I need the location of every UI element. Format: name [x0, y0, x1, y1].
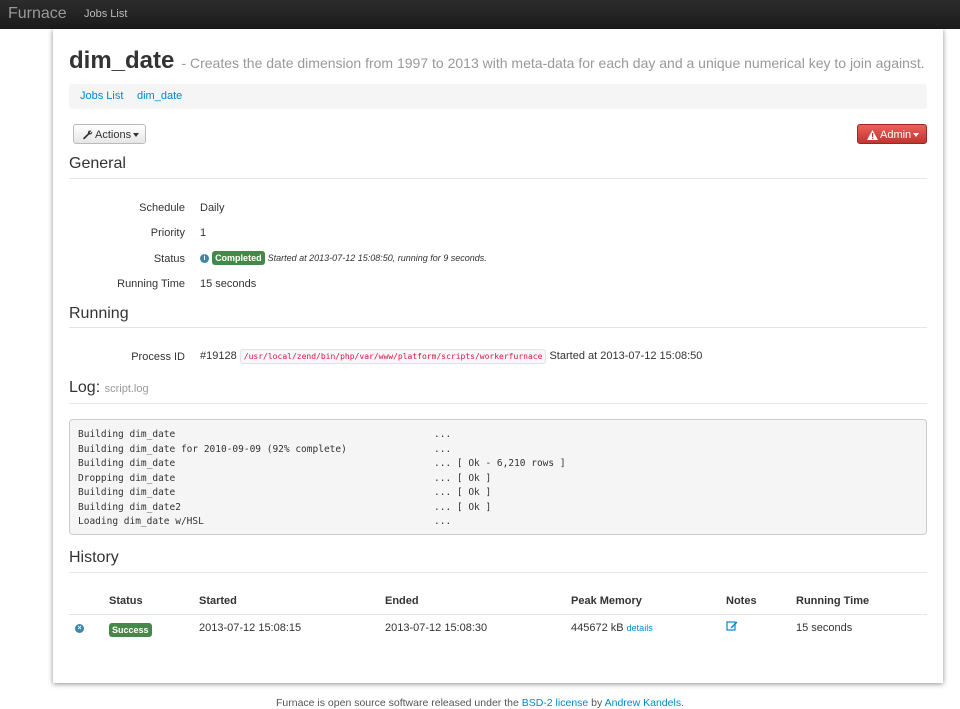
actions-button[interactable]: Actions [73, 124, 146, 144]
status-badge: Completed [212, 251, 265, 265]
divider [69, 178, 927, 179]
divider [69, 403, 927, 404]
process-path: /usr/local/zend/bin/php/var/www/platform… [239, 349, 547, 364]
section-history-title: History [69, 549, 119, 566]
peak-memory-cell: 445672 kB details [571, 622, 653, 634]
schedule-label: Schedule [139, 202, 185, 214]
brand-logo[interactable]: Furnace [8, 5, 67, 23]
log-filename: script.log [104, 383, 149, 395]
process-id-label: Process ID [131, 351, 185, 363]
peak-memory-value: 445672 kB [571, 622, 624, 634]
column-header-ended: Ended [385, 595, 419, 607]
breadcrumb: Jobs List / dim_date [69, 84, 927, 109]
top-navbar: Furnace Jobs List [0, 0, 960, 29]
breadcrumb-dim-date[interactable]: dim_date [137, 90, 182, 102]
breadcrumb-separator: / [116, 90, 120, 102]
status-note: Started at 2013-07-12 15:08:50, running … [267, 253, 487, 263]
column-header-peak-memory: Peak Memory [571, 595, 642, 607]
status-label: Status [153, 253, 185, 265]
process-id: #19128 [200, 350, 237, 362]
log-line: Building dim_date... [78, 429, 452, 440]
admin-button[interactable]: Admin [857, 124, 927, 144]
column-header-started: Started [199, 595, 237, 607]
info-icon[interactable]: i [200, 253, 209, 263]
priority-label: Priority [150, 227, 185, 239]
column-header-status: Status [109, 595, 143, 607]
column-header-notes: Notes [726, 595, 757, 607]
details-link[interactable]: details [627, 623, 653, 633]
schedule-value: Daily [200, 202, 225, 214]
log-line: Building dim_date2... [ Ok ] [78, 501, 492, 513]
nav-jobs-list[interactable]: Jobs List [84, 8, 127, 20]
footer: Furnace is open source software released… [0, 697, 960, 709]
log-output: Building dim_date... Building dim_date fo… [69, 419, 927, 535]
priority-value: 1 [200, 227, 207, 239]
log-line: Building dim_date... [ Ok ] [78, 487, 492, 498]
divider [69, 327, 927, 328]
ended-cell: 2013-07-12 15:08:30 [385, 622, 488, 634]
section-general-title: General [69, 155, 126, 172]
status-badge: Success [109, 623, 152, 637]
running-time-value: 15 seconds [200, 278, 257, 290]
caret-down-icon [133, 133, 140, 138]
warning-icon [867, 130, 878, 140]
divider [69, 572, 927, 573]
edit-icon[interactable] [726, 620, 738, 632]
log-line: Dropping dim_date... [ Ok ] [78, 472, 492, 484]
page-description: - Creates the date dimension from 1997 t… [181, 55, 925, 71]
page-header: dim_date - Creates the date dimension fr… [69, 47, 925, 75]
log-line: Building dim_date... [ Ok - 6,210 rows ] [78, 458, 566, 469]
running-time-label: Running Time [117, 278, 185, 290]
log-title: Log: script.log [69, 379, 149, 397]
divider [69, 614, 927, 615]
column-header-running-time: Running Time [796, 595, 870, 607]
footer-text: Furnace is open source software released… [275, 697, 519, 709]
license-link[interactable]: BSD-2 license [522, 697, 589, 709]
page-title: dim_date [69, 47, 175, 74]
started-cell: 2013-07-12 15:08:15 [199, 622, 302, 634]
author-link[interactable]: Andrew Kandels [605, 697, 681, 709]
caret-down-icon [913, 133, 920, 138]
section-running-title: Running [69, 305, 129, 322]
process-id-value: #19128 /usr/local/zend/bin/php/var/www/p… [200, 349, 703, 364]
log-label: Log: [69, 379, 101, 396]
wrench-icon [83, 130, 93, 140]
actions-label: Actions [95, 125, 140, 145]
log-line: Loading dim_date w/HSL... [78, 516, 452, 527]
footer-by: by [591, 697, 603, 709]
remove-circle-icon[interactable]: × [75, 624, 84, 633]
status-value: i Completed Started at 2013-07-12 15:08:… [200, 251, 487, 265]
process-started: Started at 2013-07-12 15:08:50 [549, 350, 703, 362]
footer-suffix: . [681, 697, 684, 709]
running-time-cell: 15 seconds [796, 622, 853, 634]
main-card: dim_date - Creates the date dimension fr… [53, 29, 943, 683]
status-cell: Success [109, 623, 152, 637]
admin-label: Admin [880, 125, 920, 145]
log-line: Building dim_date for 2010-09-09 (92% co… [78, 443, 452, 455]
